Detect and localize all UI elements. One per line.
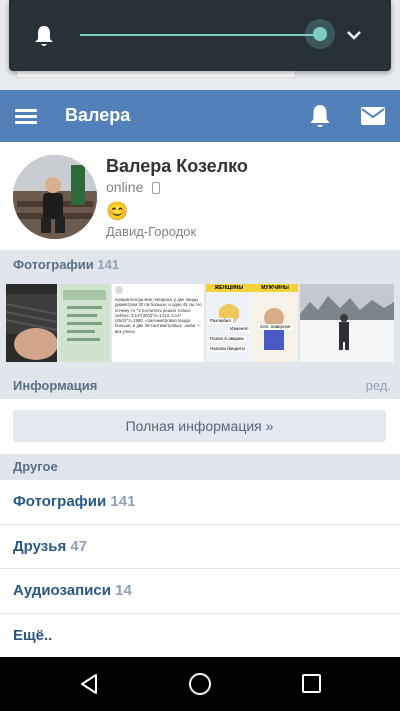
notifications-icon[interactable] [308, 103, 332, 129]
list-item-label: Аудиозаписи [13, 582, 111, 599]
volume-panel [9, 0, 391, 71]
profile-card: Валера Козелко online 😊 Давид-Городок [0, 142, 400, 250]
info-section-label: Информация [13, 378, 98, 393]
photo-thumbnail[interactable] [6, 284, 57, 362]
phone-icon [152, 182, 160, 194]
full-info-button[interactable]: Полная информация » [13, 410, 386, 442]
list-item-friends[interactable]: Друзья 47 [0, 524, 400, 569]
photo-meme-label: Разлюбил [208, 318, 234, 324]
photos-section-count: 141 [97, 257, 120, 272]
list-item-label: Ещё.. [13, 626, 53, 644]
info-section-body: Полная информация » [0, 399, 400, 454]
list-item-photos[interactable]: Фотографии 141 [0, 480, 400, 525]
list-item-count: 14 [115, 582, 132, 599]
status-emoji: 😊 [106, 201, 129, 221]
photo-thumbnail[interactable]: пуиция всегда мне говорила, у две пиццы … [112, 284, 204, 362]
system-nav-bar [0, 657, 400, 711]
recents-icon[interactable] [302, 674, 321, 693]
back-icon[interactable] [78, 673, 100, 695]
online-status: online [106, 179, 144, 195]
volume-slider-thumb[interactable] [313, 27, 327, 41]
photo-meme-label: Попал в аварию [208, 336, 246, 342]
menu-icon[interactable] [15, 105, 39, 127]
profile-name: Валера Козелко [106, 156, 248, 176]
photo-meme-label: Сел, наверное [258, 324, 293, 330]
photo-thumbnail[interactable] [59, 284, 110, 362]
other-section-list: Фотографии 141 Друзья 47 Аудиозаписи 14 … [0, 480, 400, 658]
photo-meme-label: ЖЕНЩИНЫ [214, 285, 244, 291]
profile-city: Давид-Городок [106, 224, 197, 239]
photo-thumbnail[interactable]: ЖЕНЩИНЫ МУЖЧИНЫ Разлюбил Изменял Попал в… [206, 284, 298, 362]
list-item-count: 47 [70, 537, 88, 555]
photo-meme-label: МУЖЧИНЫ [261, 285, 289, 291]
info-edit-link[interactable]: ред. [366, 372, 391, 400]
photo-thumbnail[interactable] [300, 284, 394, 362]
photos-section-header[interactable]: Фотографии 141 [0, 250, 400, 277]
photo-meme-label: Изменял [228, 326, 251, 332]
other-section-label: Другое [13, 459, 58, 474]
chevron-down-icon[interactable] [346, 28, 362, 42]
list-item-label: Фотографии [13, 493, 107, 510]
photo-caption-text: пуиция всегда мне говорила, у две пиццы … [115, 297, 202, 334]
header-title: Валера [65, 105, 131, 125]
other-section-header: Другое [0, 454, 400, 480]
photos-strip: пуиция всегда мне говорила, у две пиццы … [0, 277, 400, 372]
list-item-more[interactable]: Ещё.. [0, 613, 400, 658]
app-header: Валера [0, 90, 400, 142]
list-item-audio[interactable]: Аудиозаписи 14 [0, 569, 400, 614]
home-icon[interactable] [189, 673, 211, 695]
photo-meme-label: Напали бандиты [208, 346, 247, 352]
mail-icon[interactable] [361, 107, 385, 125]
info-section-header: Информация ред. [0, 372, 400, 399]
avatar[interactable] [13, 155, 97, 239]
volume-slider-track[interactable] [80, 34, 320, 36]
photos-section-label: Фотографии [13, 257, 94, 272]
list-item-label: Друзья [13, 537, 67, 555]
bell-icon[interactable] [33, 24, 55, 48]
list-item-count: 141 [110, 493, 136, 510]
